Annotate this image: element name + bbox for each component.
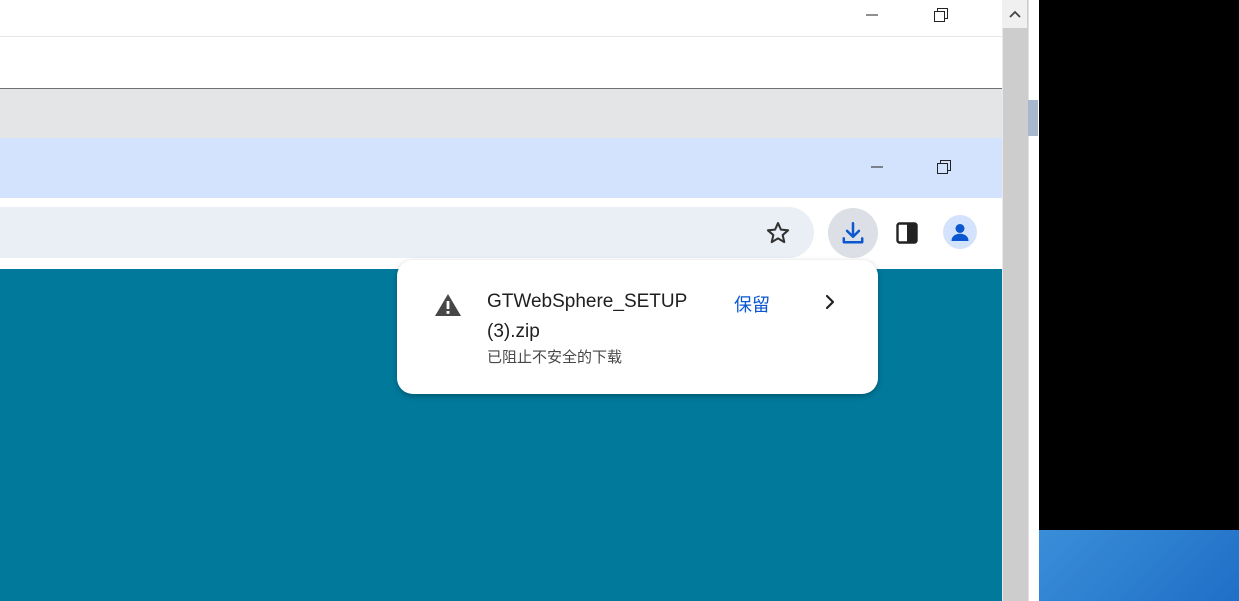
outer-window-titlebar [0, 0, 1002, 37]
outer-minimize-button[interactable] [853, 0, 891, 30]
downloads-button[interactable] [828, 208, 878, 258]
restore-icon [937, 160, 951, 174]
bookmark-button[interactable] [757, 212, 799, 254]
browser-minimize-button[interactable] [858, 152, 896, 182]
download-icon [842, 222, 864, 244]
profile-icon [951, 224, 969, 241]
star-icon [766, 222, 790, 244]
side-panel-icon [896, 222, 918, 244]
window-edge [1028, 0, 1039, 601]
browser-titlebar [0, 138, 1002, 198]
outer-window-tabstrip [0, 89, 1002, 138]
side-panel-button[interactable] [886, 212, 928, 254]
download-details-button[interactable] [813, 286, 847, 318]
keep-button[interactable]: 保留 [734, 291, 770, 317]
address-bar[interactable] [0, 207, 814, 258]
outer-window-toolbar [0, 37, 1002, 89]
desktop-background [1039, 0, 1239, 530]
scroll-up-button[interactable] [1002, 0, 1027, 28]
minimize-icon [871, 166, 883, 168]
outer-restore-button[interactable] [921, 0, 961, 30]
window-edge-fragment [1028, 100, 1038, 136]
profile-button[interactable] [943, 215, 977, 249]
browser-restore-button[interactable] [924, 152, 964, 182]
restore-icon [934, 8, 948, 22]
desktop-wallpaper [1039, 530, 1239, 601]
scroll-up-icon [1008, 10, 1021, 18]
download-filename: GTWebSphere_SETUP (3).zip [487, 291, 687, 342]
download-status: 已阻止不安全的下载 [487, 349, 623, 366]
warning-icon [435, 294, 461, 316]
vertical-scrollbar[interactable] [1002, 0, 1028, 601]
chevron-right-icon [825, 294, 835, 310]
minimize-icon [866, 14, 878, 16]
download-bubble: GTWebSphere_SETUP (3).zip 已阻止不安全的下载 保留 [397, 260, 878, 394]
